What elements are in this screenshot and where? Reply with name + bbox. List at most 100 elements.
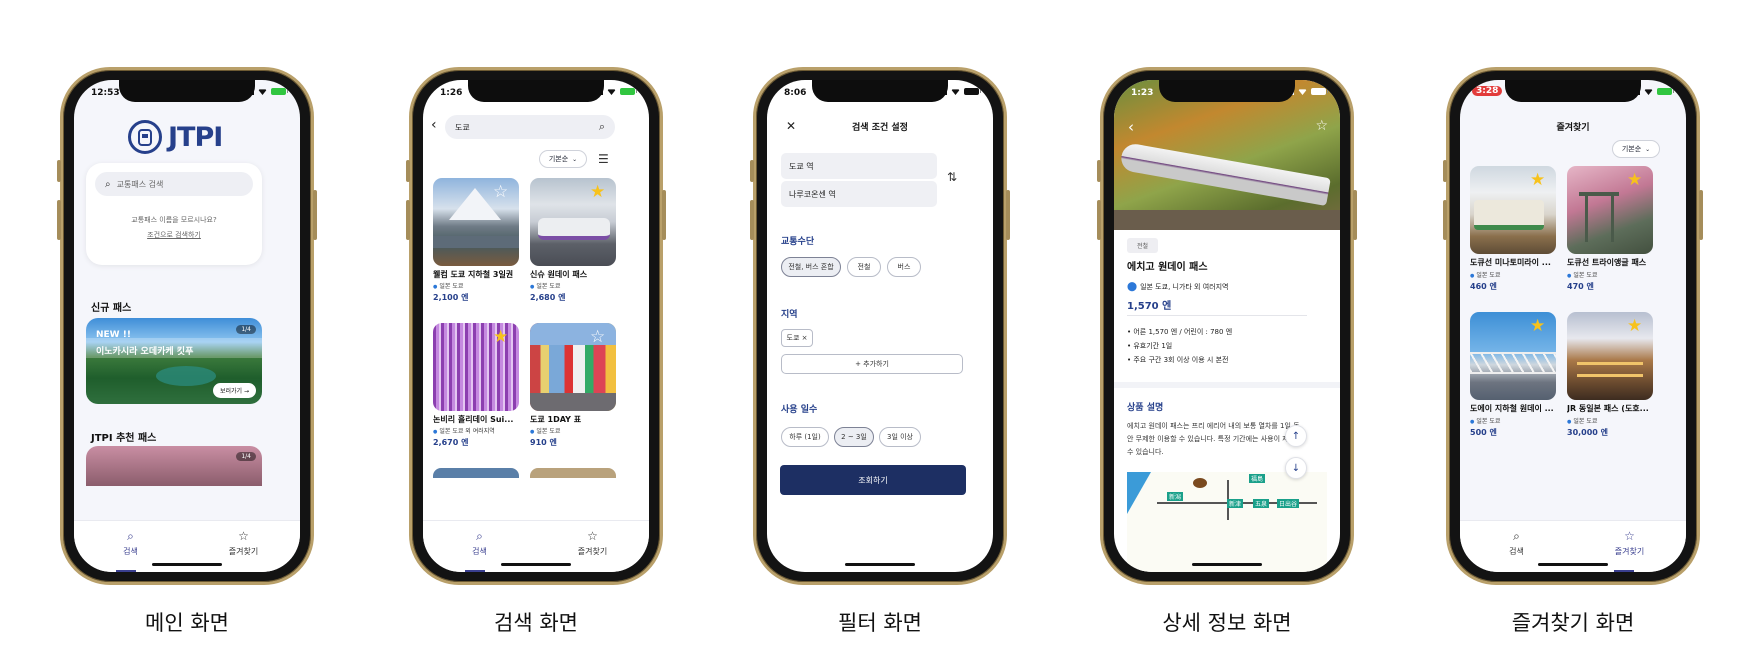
scroll-down-button[interactable]: ↓ — [1285, 457, 1307, 479]
search-card: ⌕ 교통패스 검색 교통패스 이름을 모르시나요? 조건으로 검색하기 — [86, 163, 262, 265]
days-option-2-3[interactable]: 2 ~ 3일 — [834, 427, 874, 447]
caption-detail: 상세 정보 화면 — [1162, 611, 1292, 635]
phone-filter: 8:06 ✕ 검색 조건 설정 도쿄 역 나루코온센 역 ⇅ 교통수단 전철, … — [750, 67, 1010, 585]
star-filled-icon[interactable]: ★ — [1530, 172, 1545, 189]
from-station-field[interactable]: 도쿄 역 — [781, 153, 937, 179]
pass-price: 1,570 엔 — [1127, 301, 1172, 312]
region-tag-tokyo[interactable]: 도쿄 × — [781, 329, 813, 347]
phone-main: 12:53 JTPI ⌕ 교통패스 검색 교통패스 이름을 모르시나요? 조건으… — [57, 67, 317, 585]
pass-title: 신슈 원데이 패스 — [530, 270, 588, 279]
star-outline-icon: ☆ — [238, 529, 249, 543]
phone-favorites: 3:28 즐겨찾기 기본순⌄ ★ 도큐선 미나토미라이 ... 일본 도쿄 46… — [1443, 67, 1703, 585]
star-filled-icon[interactable]: ★ — [493, 329, 508, 346]
search-placeholder: 교통패스 검색 — [116, 179, 164, 189]
search-icon: ⌕ — [127, 529, 134, 543]
location-row: ⬤ 일본 도쿄, 니가타 외 여러지역 — [1127, 282, 1229, 292]
location-pin-icon: ⬤ — [1127, 282, 1138, 292]
star-filled-icon[interactable]: ★ — [1627, 172, 1642, 189]
star-outline-icon: ☆ — [1624, 529, 1635, 543]
submit-button[interactable]: 조회하기 — [780, 465, 966, 495]
sort-dropdown[interactable]: 기본순 ⌄ — [1612, 140, 1660, 158]
new-pass-banner[interactable]: NEW !! 이노카시라 오데카케 킷푸 1/4 보러가기 → — [86, 318, 262, 404]
favorites-screen: 3:28 즐겨찾기 기본순⌄ ★ 도큐선 미나토미라이 ... 일본 도쿄 46… — [1460, 80, 1686, 572]
recommend-counter: 1/4 — [236, 452, 256, 461]
wifi-icon — [607, 89, 616, 95]
transport-option-mixed[interactable]: 전철, 버스 혼합 — [781, 257, 841, 277]
phone-detail: 1:23 ‹ ☆ 전철 에치고 원데이 패스 ⬤ 일본 도쿄, 니가타 외 여러지… — [1097, 67, 1357, 585]
pass-title: 도큐선 미나토미라이 ... — [1470, 258, 1551, 267]
filter-screen: 8:06 ✕ 검색 조건 설정 도쿄 역 나루코온센 역 ⇅ 교통수단 전철, … — [767, 80, 993, 572]
description-text: 에치고 원데이 패스는 프리 에리어 내의 보통 열차를 1일 동안 무제한 이… — [1127, 422, 1302, 456]
status-time: 8:06 — [784, 88, 807, 98]
pass-location: 일본 도쿄 — [1470, 270, 1500, 279]
star-filled-icon[interactable]: ★ — [590, 184, 605, 201]
caption-favorites: 즐겨찾기 화면 — [1511, 611, 1635, 635]
caption-filter: 필터 화면 — [838, 611, 922, 635]
pass-price: 2,670 엔 — [433, 438, 469, 447]
region-label: 지역 — [781, 310, 798, 320]
pass-location: 일본 도쿄 — [530, 281, 560, 290]
banner-title: 이노카시라 오데카케 킷푸 — [96, 347, 194, 357]
chevron-down-icon: ⌄ — [1645, 145, 1651, 153]
days-option-3plus[interactable]: 3일 이상 — [879, 427, 921, 447]
transport-label: 교통수단 — [781, 237, 815, 247]
pass-title: 웰컴 도쿄 지하철 3일권 — [433, 270, 514, 279]
battery-icon — [271, 88, 288, 95]
wifi-icon — [1644, 89, 1653, 95]
back-icon[interactable]: ‹ — [431, 117, 437, 133]
pass-price: 2,680 엔 — [530, 293, 566, 302]
battery-icon — [1311, 88, 1328, 95]
days-option-1[interactable]: 하루 (1일) — [781, 427, 829, 447]
recommend-pass-banner[interactable]: 1/4 — [86, 446, 262, 486]
banner-view-button[interactable]: 보러가기 → — [212, 383, 256, 398]
pass-price: 460 엔 — [1470, 282, 1497, 291]
wifi-icon — [1298, 89, 1307, 95]
status-time: 12:53 — [91, 88, 120, 98]
pass-location: 일본 도쿄 — [1567, 270, 1597, 279]
wifi-icon — [258, 89, 267, 95]
info-bullet: • 어른 1,570 엔 / 어린이 : 780 엔 — [1127, 328, 1233, 336]
wifi-icon — [951, 89, 960, 95]
to-station-field[interactable]: 나루코온센 역 — [781, 181, 937, 207]
condition-search-link[interactable]: 조건으로 검색하기 — [86, 230, 262, 240]
search-input[interactable]: 도쿄 ⌕ — [445, 115, 615, 139]
days-label: 사용 일수 — [781, 405, 818, 415]
banner-counter: 1/4 — [236, 325, 256, 334]
filter-sliders-icon[interactable]: ☰ — [598, 152, 609, 166]
pass-location: 일본 도쿄 — [433, 281, 463, 290]
showcase: 12:53 JTPI ⌕ 교통패스 검색 교통패스 이름을 모르시나요? 조건으… — [0, 0, 1749, 664]
back-icon[interactable]: ‹ — [1128, 118, 1134, 136]
transport-option-bus[interactable]: 버스 — [887, 257, 921, 277]
description-heading: 상품 설명 — [1127, 403, 1164, 413]
battery-icon — [1657, 88, 1674, 95]
star-outline-icon[interactable]: ☆ — [493, 184, 508, 201]
swap-icon[interactable]: ⇅ — [947, 170, 957, 184]
favorites-title: 즐겨찾기 — [1556, 123, 1590, 133]
transport-option-train[interactable]: 전철 — [847, 257, 881, 277]
pass-price: 30,000 엔 — [1567, 428, 1609, 437]
search-hint: 교통패스 이름을 모르시나요? — [131, 216, 217, 224]
map-label: 新津 — [1227, 499, 1244, 508]
pass-price: 470 엔 — [1567, 282, 1594, 291]
main-screen: 12:53 JTPI ⌕ 교통패스 검색 교통패스 이름을 모르시나요? 조건으… — [74, 80, 300, 572]
search-input[interactable]: ⌕ 교통패스 검색 — [95, 172, 253, 196]
star-filled-icon[interactable]: ★ — [1627, 318, 1642, 335]
logo: JTPI — [128, 120, 223, 154]
pass-title: 도쿄 1DAY 표 — [530, 415, 582, 424]
caption-main: 메인 화면 — [145, 611, 229, 635]
category-badge: 전철 — [1127, 238, 1159, 253]
map-label: 福島 — [1249, 474, 1266, 483]
scroll-up-button[interactable]: ↑ — [1285, 425, 1307, 447]
star-outline-icon[interactable]: ☆ — [590, 329, 605, 346]
star-filled-icon[interactable]: ★ — [1530, 318, 1545, 335]
add-region-button[interactable]: + 추가하기 — [781, 354, 963, 374]
star-outline-icon[interactable]: ☆ — [1315, 118, 1328, 134]
search-icon: ⌕ — [1513, 529, 1520, 543]
recommend-pass-heading: JTPI 추천 패스 — [91, 433, 157, 444]
detail-screen: 1:23 ‹ ☆ 전철 에치고 원데이 패스 ⬤ 일본 도쿄, 니가타 외 여러지… — [1114, 80, 1340, 572]
sort-dropdown[interactable]: 기본순 ⌄ — [539, 150, 587, 168]
status-time: 1:23 — [1131, 88, 1154, 98]
pass-location: 일본 도쿄 — [1470, 416, 1500, 425]
pass-price: 2,100 엔 — [433, 293, 469, 302]
info-bullet: • 주요 구간 3회 이상 이용 시 본전 — [1127, 356, 1229, 364]
